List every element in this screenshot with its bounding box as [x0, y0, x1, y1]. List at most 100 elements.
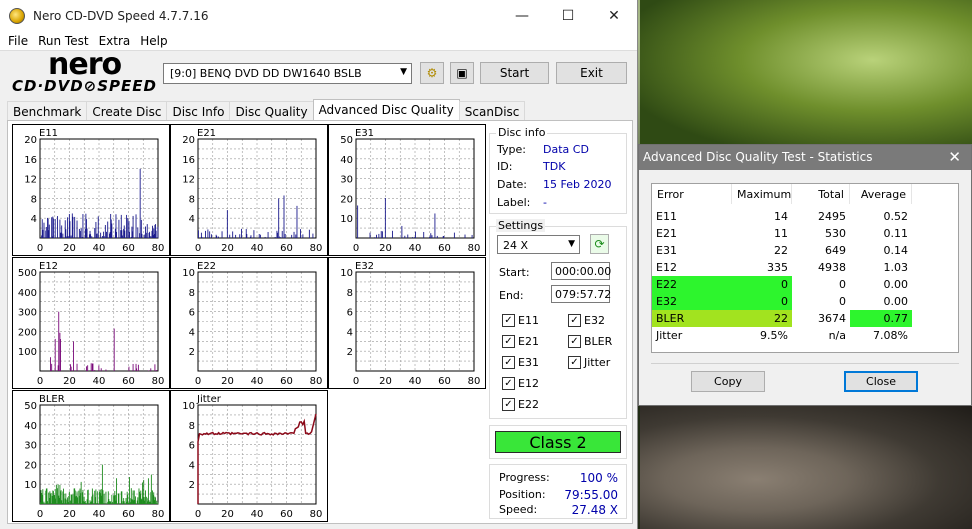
x-tick-label: 60: [438, 243, 451, 254]
table-row[interactable]: E11 14 2495 0.52: [652, 208, 952, 225]
refresh-button[interactable]: ⟳: [590, 234, 609, 254]
checkbox-e21[interactable]: ✓ E21: [502, 335, 539, 348]
checkbox-jitter[interactable]: ✓ Jitter: [568, 356, 610, 369]
chart-e21: E21 4 8 12 16 20 0 20 40 60 80: [170, 124, 328, 256]
bar-series: [41, 168, 159, 238]
bar: [150, 236, 152, 238]
start-time-input[interactable]: 000:00.00: [551, 262, 611, 280]
bar: [415, 231, 416, 238]
bar: [42, 229, 44, 238]
menu-help[interactable]: Help: [135, 34, 172, 48]
x-tick-label: 0: [353, 376, 359, 387]
y-tick-label: 50: [340, 135, 353, 146]
exit-button[interactable]: Exit: [556, 62, 627, 84]
header-maximum[interactable]: Maximum: [732, 184, 792, 204]
menu-file[interactable]: File: [3, 34, 33, 48]
y-tick-label: 8: [189, 288, 195, 299]
y-tick-label: 20: [24, 135, 37, 146]
header-total[interactable]: Total: [792, 184, 850, 204]
chart-title: E22: [197, 261, 216, 272]
x-tick-label: 80: [310, 243, 323, 254]
menu-extra[interactable]: Extra: [94, 34, 136, 48]
table-row[interactable]: BLER 22 3674 0.77: [652, 310, 952, 327]
tab-benchmark[interactable]: Benchmark: [7, 101, 88, 121]
checkbox-e32[interactable]: ✓ E32: [568, 314, 605, 327]
table-row[interactable]: E21 11 530 0.11: [652, 225, 952, 242]
x-tick-label: 40: [251, 509, 264, 520]
table-cell-total: 3674: [818, 312, 846, 325]
bar: [105, 369, 107, 371]
bar: [198, 230, 199, 238]
checkbox-e31[interactable]: ✓ E31: [502, 356, 539, 369]
minimize-button[interactable]: —: [499, 0, 545, 31]
tab-disc-quality[interactable]: Disc Quality: [229, 101, 314, 121]
bar: [250, 235, 252, 238]
bar: [126, 214, 128, 238]
copy-button[interactable]: Copy: [691, 371, 765, 392]
table-row[interactable]: E31 22 649 0.14: [652, 242, 952, 259]
maximize-button[interactable]: ☐: [545, 0, 591, 31]
dialog-close-icon[interactable]: ✕: [948, 148, 961, 166]
checkbox-bler[interactable]: ✓ BLER: [568, 335, 612, 348]
end-time-input[interactable]: 079:57.72: [551, 285, 611, 303]
bar: [70, 235, 72, 238]
bar: [155, 230, 157, 238]
bar: [401, 225, 403, 238]
tab-create-disc[interactable]: Create Disc: [86, 101, 168, 121]
bar: [218, 236, 219, 238]
bar: [404, 235, 406, 238]
settings-title: Settings: [496, 219, 546, 232]
x-tick-label: 60: [122, 243, 135, 254]
table-row[interactable]: E32 0 0 0.00: [652, 293, 952, 310]
dialog-title: Advanced Disc Quality Test - Statistics: [643, 150, 873, 164]
statistics-table: Error Maximum Total Average E11 14 2495 0.5…: [651, 183, 959, 353]
bar: [51, 363, 53, 371]
start-button[interactable]: Start: [480, 62, 549, 84]
bar: [129, 231, 130, 238]
bar: [229, 234, 231, 238]
chart-e12: E12 100 200 300 400 500 0 20 40 60 80: [12, 257, 170, 389]
bar: [156, 500, 158, 504]
title-bar: Nero CD-DVD Speed 4.7.7.16 — ☐ ✕: [0, 0, 637, 31]
bar: [98, 365, 100, 371]
header-average[interactable]: Average: [850, 184, 912, 204]
bar: [431, 235, 433, 238]
table-cell-avg: 7.08%: [873, 329, 908, 342]
drive-info-button[interactable]: ⚙: [420, 62, 444, 84]
bar: [77, 497, 79, 504]
dialog-close-button[interactable]: Close: [844, 371, 918, 392]
table-cell-name: E31: [656, 244, 677, 257]
tab-scandisc[interactable]: ScanDisc: [458, 101, 526, 121]
label-value: -: [543, 196, 547, 209]
tab-disc-info[interactable]: Disc Info: [166, 101, 231, 121]
date-label: Date:: [497, 178, 527, 191]
speed-select[interactable]: 24 X ▼: [497, 235, 580, 254]
save-button[interactable]: ▣: [450, 62, 474, 84]
bar: [86, 366, 87, 371]
table-row[interactable]: E12 335 4938 1.03: [652, 259, 952, 276]
tab-advanced-disc-quality[interactable]: Advanced Disc Quality: [312, 99, 460, 121]
y-tick-label: 50: [24, 401, 37, 412]
table-cell-max: 0: [732, 293, 792, 310]
checkbox-e12[interactable]: ✓ E12: [502, 377, 539, 390]
table-row[interactable]: Jitter 9.5% n/a 7.08%: [652, 327, 952, 344]
bar: [207, 229, 209, 238]
chart-title: E12: [39, 261, 58, 272]
bar: [102, 490, 104, 504]
bar: [284, 234, 286, 238]
bar: [43, 222, 45, 238]
bar: [92, 494, 94, 504]
close-button[interactable]: ✕: [591, 0, 637, 31]
checkbox-e22[interactable]: ✓ E22: [502, 398, 539, 411]
header-error[interactable]: Error: [652, 184, 732, 204]
check-icon: ✓: [502, 314, 515, 327]
bar: [216, 235, 218, 238]
bar: [380, 231, 382, 238]
bar: [65, 493, 67, 504]
table-row[interactable]: E22 0 0 0.00: [652, 276, 952, 293]
checkbox-e11[interactable]: ✓ E11: [502, 314, 539, 327]
x-tick-label: 40: [251, 243, 264, 254]
drive-select[interactable]: [9:0] BENQ DVD DD DW1640 BSLB ▼: [163, 63, 412, 84]
end-time-label: End:: [499, 289, 524, 302]
menu-run-test[interactable]: Run Test: [33, 34, 93, 48]
